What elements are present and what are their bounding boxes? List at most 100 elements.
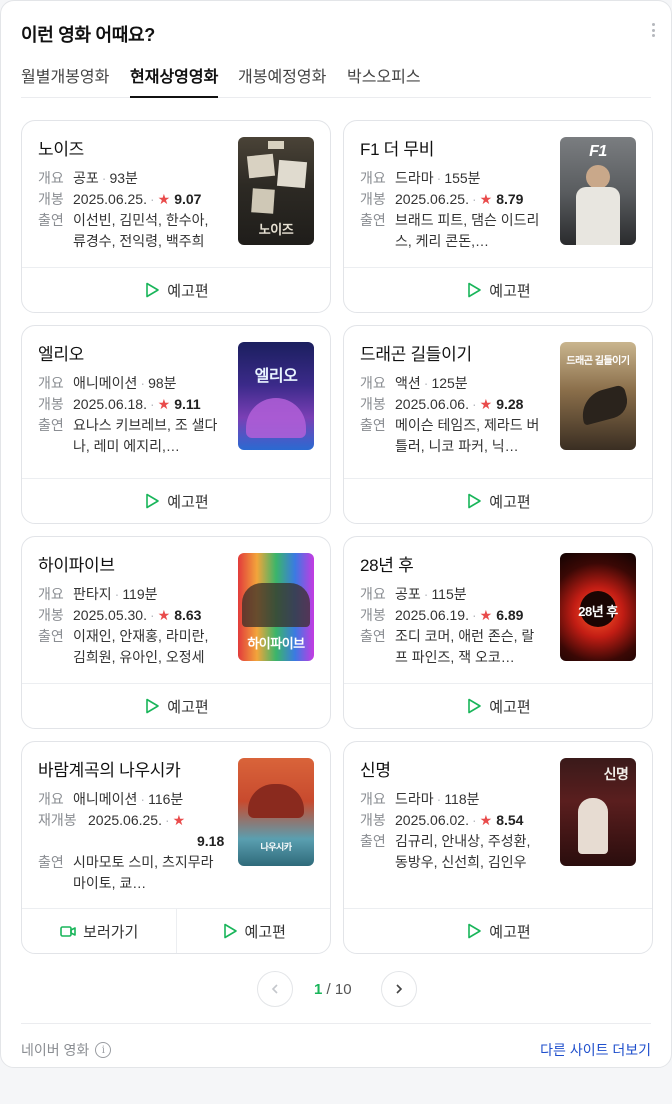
runtime-value: 155분 bbox=[444, 170, 481, 186]
movie-card[interactable]: F1 더 무비 개요 드라마 · 155분 개봉 2025.06.25. · ★ 8.79 출… bbox=[343, 120, 653, 313]
genre-label: 개요 bbox=[360, 586, 386, 602]
release-date: 2025.06.25. bbox=[88, 812, 162, 828]
play-icon bbox=[223, 923, 237, 939]
rating-value: 8.54 bbox=[496, 812, 524, 828]
trailer-button[interactable]: 예고편 bbox=[344, 479, 652, 523]
tab-bar: 월별개봉영화 현재상영영화 개봉예정영화 박스오피스 bbox=[21, 61, 651, 98]
trailer-button[interactable]: 예고편 bbox=[344, 268, 652, 312]
movie-title[interactable]: 엘리오 bbox=[38, 340, 84, 365]
poster-title: 하이파이브 bbox=[247, 636, 305, 651]
movie-title[interactable]: 신명 bbox=[360, 756, 391, 781]
movie-card[interactable]: 28년 후 개요 공포 · 115분 개봉 2025.06.19. · ★ 6.89 출연 조디… bbox=[343, 536, 653, 729]
release-date: 2025.05.30. bbox=[73, 607, 147, 623]
movie-title[interactable]: 28년 후 bbox=[360, 551, 414, 576]
cast-label: 출연 bbox=[38, 417, 64, 433]
cast-label: 출연 bbox=[38, 628, 64, 644]
tab-monthly-releases[interactable]: 월별개봉영화 bbox=[21, 63, 109, 98]
poster-title: 엘리오 bbox=[254, 368, 298, 385]
rating-value: 9.11 bbox=[174, 396, 201, 412]
watch-button[interactable]: 보러가기 bbox=[22, 909, 176, 953]
trailer-button[interactable]: 예고편 bbox=[344, 909, 652, 953]
poster-figure-head bbox=[586, 165, 610, 189]
movie-poster[interactable]: 드래곤 길들이기 bbox=[560, 342, 636, 450]
movie-card[interactable]: 엘리오 개요 애니메이션 · 98분 개봉 2025.06.18. · ★ 9.11 출연 요나… bbox=[21, 325, 331, 524]
rating-value: 9.07 bbox=[174, 191, 202, 207]
cast-value: 시마모토 스미, 츠지무라 마이토, 쿄… bbox=[73, 854, 214, 891]
genre-label: 개요 bbox=[38, 375, 64, 391]
trailer-label: 예고편 bbox=[167, 282, 209, 300]
genre-value: 드라마 bbox=[395, 170, 434, 186]
star-icon: ★ bbox=[479, 191, 493, 207]
poster-title: 28년 후 bbox=[578, 604, 618, 619]
trailer-label: 예고편 bbox=[489, 698, 531, 716]
video-camera-icon bbox=[60, 926, 76, 937]
trailer-button[interactable]: 예고편 bbox=[22, 268, 330, 312]
runtime-value: 115분 bbox=[431, 586, 467, 602]
info-icon[interactable]: i bbox=[95, 1042, 112, 1058]
trailer-label: 예고편 bbox=[489, 493, 531, 511]
movie-poster[interactable]: F1 bbox=[560, 137, 636, 245]
movie-poster[interactable]: 28년 후 bbox=[560, 553, 636, 661]
cast-value: 이재인, 안재홍, 라미란, 김희원, 유아인, 오정세 bbox=[73, 628, 209, 665]
watch-label: 보러가기 bbox=[83, 923, 139, 941]
release-label: 개봉 bbox=[360, 396, 386, 412]
tab-now-showing[interactable]: 현재상영영화 bbox=[130, 63, 219, 98]
genre-value: 공포 bbox=[73, 170, 99, 186]
cast-label: 출연 bbox=[360, 417, 386, 433]
rerelease-label: 재개봉 bbox=[38, 812, 77, 828]
star-icon: ★ bbox=[157, 191, 171, 207]
movie-card[interactable]: 신명 개요 드라마 · 118분 개봉 2025.06.02. · ★ 8.54 출연 김규리,… bbox=[343, 741, 653, 954]
next-page-button[interactable] bbox=[381, 971, 417, 1007]
runtime-value: 118분 bbox=[444, 791, 480, 807]
poster-note bbox=[268, 141, 284, 149]
movie-poster[interactable]: 노이즈 bbox=[238, 137, 314, 245]
movie-poster[interactable]: 엘리오 bbox=[238, 342, 314, 450]
release-label: 개봉 bbox=[38, 607, 64, 623]
cast-value: 이선빈, 김민석, 한수아, 류경수, 전익령, 백주희 bbox=[73, 212, 209, 249]
tab-upcoming[interactable]: 개봉예정영화 bbox=[238, 63, 326, 98]
panel-footer: 네이버 영화 i 다른 사이트 더보기 bbox=[21, 1023, 651, 1069]
prev-page-button[interactable] bbox=[257, 971, 293, 1007]
movie-poster[interactable]: 나우시카 bbox=[238, 758, 314, 866]
trailer-button[interactable]: 예고편 bbox=[175, 909, 331, 953]
more-sites-link[interactable]: 다른 사이트 더보기 bbox=[540, 1040, 651, 1060]
genre-label: 개요 bbox=[38, 586, 64, 602]
trailer-button[interactable]: 예고편 bbox=[22, 479, 330, 523]
release-date: 2025.06.25. bbox=[73, 191, 147, 207]
play-icon bbox=[468, 282, 482, 298]
release-date: 2025.06.19. bbox=[395, 607, 469, 623]
runtime-value: 119분 bbox=[122, 586, 158, 602]
genre-value: 애니메이션 bbox=[73, 791, 138, 807]
movie-card[interactable]: 하이파이브 개요 판타지 · 119분 개봉 2025.05.30. · ★ 8.63 출연 이… bbox=[21, 536, 331, 729]
runtime-value: 98분 bbox=[148, 375, 177, 391]
trailer-button[interactable]: 예고편 bbox=[344, 684, 652, 728]
page-indicator: 1 / 10 bbox=[314, 981, 352, 998]
cast-label: 출연 bbox=[38, 212, 64, 228]
pagination: 1 / 10 bbox=[1, 971, 671, 1007]
rating-value: 6.89 bbox=[496, 607, 524, 623]
movie-title[interactable]: 노이즈 bbox=[38, 135, 84, 160]
movie-card[interactable]: 노이즈 개요 공포 · 93분 개봉 2025.06.25. · ★ 9.07 출연 이선빈, … bbox=[21, 120, 331, 313]
panel-title: 이런 영화 어때요? bbox=[21, 25, 155, 45]
movie-title[interactable]: 하이파이브 bbox=[38, 551, 115, 576]
genre-label: 개요 bbox=[360, 791, 386, 807]
rating-value: 9.18 bbox=[197, 833, 225, 849]
more-options-icon[interactable] bbox=[649, 21, 657, 39]
tab-box-office[interactable]: 박스오피스 bbox=[347, 63, 421, 98]
movie-title[interactable]: 바람계곡의 나우시카 bbox=[38, 756, 181, 781]
trailer-button[interactable]: 예고편 bbox=[22, 684, 330, 728]
movie-poster[interactable]: 신명 bbox=[560, 758, 636, 866]
page-separator: / bbox=[326, 981, 331, 998]
rating-value: 9.28 bbox=[496, 396, 524, 412]
poster-creature bbox=[246, 398, 306, 438]
chevron-right-icon bbox=[396, 984, 403, 994]
movie-poster[interactable]: 하이파이브 bbox=[238, 553, 314, 661]
movie-title[interactable]: F1 더 무비 bbox=[360, 135, 434, 160]
release-date: 2025.06.06. bbox=[395, 396, 469, 412]
genre-value: 액션 bbox=[395, 375, 421, 391]
movie-card[interactable]: 드래곤 길들이기 개요 액션 · 125분 개봉 2025.06.06. · ★ 9.28 출… bbox=[343, 325, 653, 524]
movie-card[interactable]: 바람계곡의 나우시카 개요 애니메이션 · 116분 재개봉 2025.06.25. · ★… bbox=[21, 741, 331, 954]
rating-value: 8.63 bbox=[174, 607, 202, 623]
movie-title[interactable]: 드래곤 길들이기 bbox=[360, 340, 472, 365]
poster-figure-body bbox=[576, 187, 620, 245]
